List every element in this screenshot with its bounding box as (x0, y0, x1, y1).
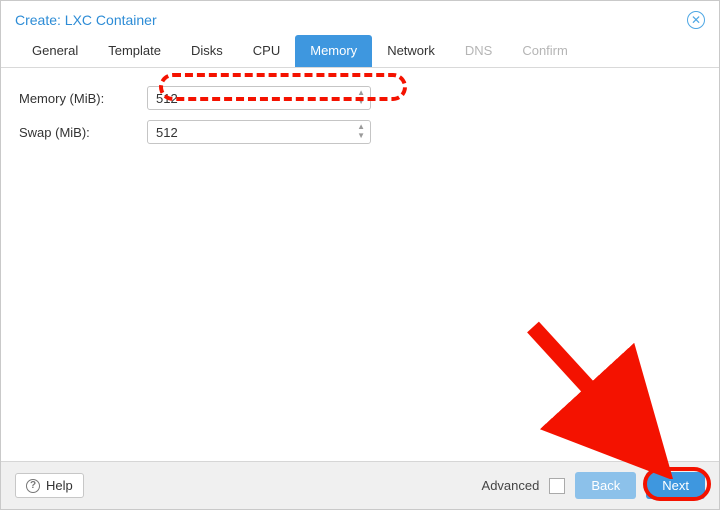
memory-stepper[interactable]: ▲ ▼ (357, 88, 365, 106)
swap-label: Swap (MiB): (19, 125, 147, 140)
memory-input[interactable] (147, 86, 371, 110)
tab-template[interactable]: Template (93, 35, 176, 67)
dialog-titlebar: Create: LXC Container ✕ (1, 1, 719, 35)
memory-spinner: ▲ ▼ (147, 86, 371, 110)
back-button[interactable]: Back (575, 472, 636, 499)
tab-disks[interactable]: Disks (176, 35, 238, 67)
tab-cpu[interactable]: CPU (238, 35, 295, 67)
dialog-create-lxc: Create: LXC Container ✕ General Template… (0, 0, 720, 510)
chevron-down-icon[interactable]: ▼ (357, 97, 365, 106)
help-icon: ? (26, 479, 40, 493)
chevron-down-icon[interactable]: ▼ (357, 131, 365, 140)
tab-general[interactable]: General (17, 35, 93, 67)
swap-spinner: ▲ ▼ (147, 120, 371, 144)
dialog-title: Create: LXC Container (15, 12, 157, 28)
memory-label: Memory (MiB): (19, 91, 147, 106)
next-button[interactable]: Next (646, 472, 705, 499)
footer-left: ? Help (15, 473, 84, 498)
advanced-label: Advanced (482, 478, 540, 493)
tab-memory[interactable]: Memory (295, 35, 372, 67)
help-button-label: Help (46, 478, 73, 493)
advanced-checkbox[interactable] (549, 478, 565, 494)
field-memory: Memory (MiB): ▲ ▼ (19, 84, 701, 112)
tab-dns: DNS (450, 35, 507, 67)
swap-stepper[interactable]: ▲ ▼ (357, 122, 365, 140)
tab-confirm: Confirm (507, 35, 583, 67)
chevron-up-icon[interactable]: ▲ (357, 122, 365, 131)
footer-right: Advanced Back Next (482, 472, 705, 499)
tab-network[interactable]: Network (372, 35, 450, 67)
tab-content-memory: Memory (MiB): ▲ ▼ Swap (MiB): ▲ ▼ (1, 68, 719, 461)
close-icon[interactable]: ✕ (687, 11, 705, 29)
wizard-tabs: General Template Disks CPU Memory Networ… (1, 35, 719, 68)
dialog-footer: ? Help Advanced Back Next (1, 461, 719, 509)
swap-input[interactable] (147, 120, 371, 144)
chevron-up-icon[interactable]: ▲ (357, 88, 365, 97)
field-swap: Swap (MiB): ▲ ▼ (19, 118, 701, 146)
help-button[interactable]: ? Help (15, 473, 84, 498)
